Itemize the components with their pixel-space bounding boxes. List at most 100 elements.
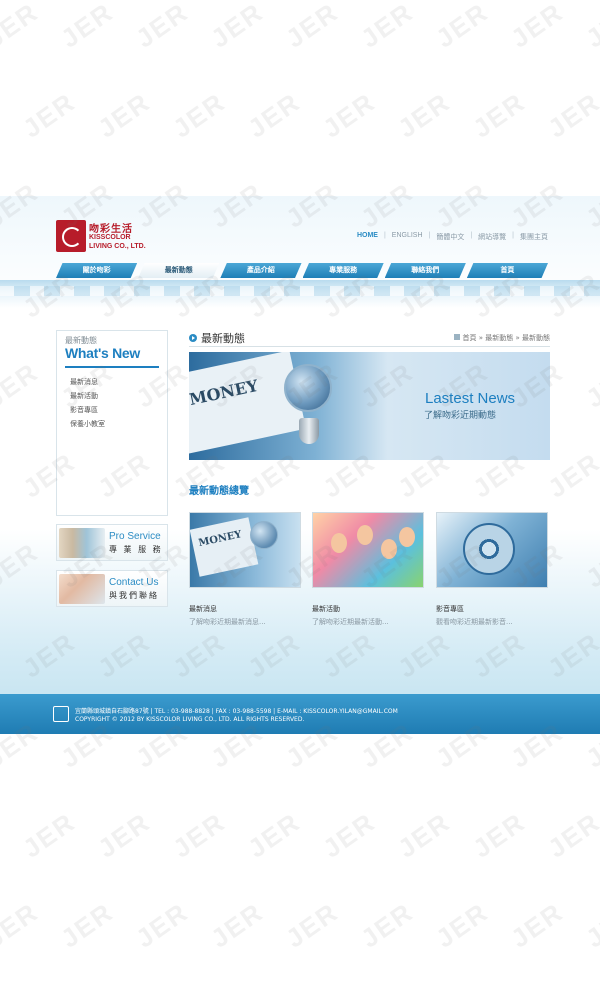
watermark-text: JER [280, 0, 344, 54]
watermark-text: JER [92, 86, 156, 144]
promo-contact-us-en: Contact Us [109, 577, 159, 588]
watermark-text: JER [542, 86, 600, 144]
sidebar-item-media[interactable]: 影音專區 [70, 403, 105, 417]
section-title: 最新動態總覽 [189, 486, 249, 497]
watermark-text: JER [55, 0, 119, 54]
card-description[interactable]: 觀看吻彩近期最新影音... [436, 617, 548, 627]
website-frame: 吻彩生活 KISSCOLOR LIVING CO., LTD. HOME | E… [0, 196, 600, 734]
film-reel-image[interactable] [436, 512, 548, 588]
watermark-text: JER [392, 86, 456, 144]
top-links: HOME | ENGLISH | 簡體中文 | 網站導覽 | 集團主頁 [357, 232, 548, 242]
watermark-text: JER [92, 806, 156, 864]
person-face [381, 539, 397, 559]
footer-contact: 宜蘭縣頭城鎮自石腳路87號 | TEL : 03-988-8828 | FAX … [75, 708, 398, 715]
page-title-text: 最新動態 [201, 332, 245, 345]
promo-contact-us[interactable]: Contact Us 與我們聯絡 [56, 570, 168, 607]
card-description[interactable]: 了解吻彩近期最新消息... [189, 617, 301, 627]
watermark-text: JER [467, 806, 531, 864]
watermark-text: JER [355, 0, 419, 54]
separator: | [470, 232, 473, 239]
watermark-text: JER [167, 86, 231, 144]
sidebar-menu: 最新消息 最新活動 影音專區 保養小教室 [70, 375, 105, 431]
person-face [331, 533, 347, 553]
watermark-text: JER [0, 0, 44, 54]
toplink-simplified-chinese[interactable]: 簡體中文 [436, 232, 464, 242]
sidebar-divider [65, 366, 159, 368]
card-latest-events[interactable]: 最新活動 了解吻彩近期最新活動... [312, 512, 424, 627]
nav-contact[interactable]: 聯絡我們 [384, 263, 466, 278]
nav-about[interactable]: 關於吻彩 [56, 263, 138, 278]
globe-icon [284, 364, 332, 412]
separator: | [383, 232, 386, 239]
watermark-text: JER [392, 806, 456, 864]
watermark-text: JER [167, 806, 231, 864]
sidebar-title: What's New [65, 345, 141, 361]
person-face [357, 525, 373, 545]
promo-pro-service-en: Pro Service [109, 531, 161, 542]
nav-news[interactable]: 最新動態 [138, 263, 220, 278]
watermark-text: JER [580, 0, 600, 54]
footer-copyright: COPYRIGHT © 2012 BY KISSCOLOR LIVING CO.… [75, 716, 305, 723]
watermark-text: JER [317, 86, 381, 144]
card-description[interactable]: 了解吻彩近期最新活動... [312, 617, 424, 627]
brand-logo[interactable]: 吻彩生活 KISSCOLOR LIVING CO., LTD. [56, 220, 146, 254]
sidebar: 最新動態 What's New 最新消息 最新活動 影音專區 保養小教室 [56, 330, 168, 516]
newspaper-image: MONEY [190, 517, 259, 577]
watermark-text: JER [130, 896, 194, 954]
card-title[interactable]: 影音專區 [436, 604, 548, 614]
arrow-bullet-icon [189, 334, 197, 342]
watermark-text: JER [317, 806, 381, 864]
card-title[interactable]: 最新消息 [189, 604, 301, 614]
watermark-text: JER [205, 896, 269, 954]
sidebar-item-care-tips[interactable]: 保養小教室 [70, 417, 105, 431]
home-icon [453, 334, 460, 340]
person-face [399, 527, 415, 547]
globe-stand [299, 418, 319, 444]
watermark-text: JER [17, 86, 81, 144]
products-thumbnail [59, 528, 105, 558]
card-media[interactable]: 影音專區 觀看吻彩近期最新影音... [436, 512, 548, 627]
promo-pro-service[interactable]: Pro Service 專 業 服 務 [56, 524, 168, 561]
news-banner: MONEY Lastest News 了解吻彩近期動態 [189, 352, 550, 460]
breadcrumb-text[interactable]: 首頁 » 最新動態 » 最新動態 [463, 334, 550, 342]
card-title[interactable]: 最新活動 [312, 604, 424, 614]
watermark-text: JER [505, 0, 569, 54]
nav-products[interactable]: 產品介紹 [220, 263, 302, 278]
watermark-text: JER [130, 0, 194, 54]
toplink-english[interactable]: ENGLISH [392, 232, 423, 242]
main-nav: 關於吻彩 最新動態 產品介紹 專業服務 聯絡我們 首頁 [56, 263, 549, 278]
toplink-home[interactable]: HOME [357, 232, 378, 242]
newspaper-globe-image[interactable]: MONEY [189, 512, 301, 588]
card-latest-news[interactable]: MONEY 最新消息 了解吻彩近期最新消息... [189, 512, 301, 627]
sidebar-item-latest-news[interactable]: 最新消息 [70, 375, 105, 389]
promo-contact-us-cn: 與我們聯絡 [109, 591, 159, 600]
watermark-text: JER [505, 896, 569, 954]
banner-title: Lastest News [425, 390, 516, 407]
footer-logo-icon [53, 706, 69, 722]
watermark-text: JER [430, 896, 494, 954]
toplink-group-home[interactable]: 集團主頁 [520, 232, 548, 242]
sidebar-item-latest-events[interactable]: 最新活動 [70, 389, 105, 403]
watermark-text: JER [0, 896, 44, 954]
watermark-text: JER [542, 806, 600, 864]
brand-name-en: KISSCOLOR LIVING CO., LTD. [89, 234, 146, 250]
watermark-text: JER [280, 896, 344, 954]
writing-hand-thumbnail [59, 574, 105, 604]
watermark-text: JER [242, 806, 306, 864]
separator: | [428, 232, 431, 239]
breadcrumb: 首頁 » 最新動態 » 最新動態 [453, 333, 550, 343]
page-title: 最新動態 [189, 330, 245, 346]
watermark-text: JER [205, 0, 269, 54]
title-divider [189, 346, 550, 347]
watermark-text: JER [430, 0, 494, 54]
party-crowd-image[interactable] [312, 512, 424, 588]
separator: | [512, 232, 514, 239]
globe-icon [250, 521, 278, 549]
nav-home[interactable]: 首頁 [466, 263, 549, 278]
toplink-sitemap[interactable]: 網站導覽 [478, 232, 506, 242]
watermark-text: JER [467, 86, 531, 144]
watermark-text: JER [242, 86, 306, 144]
nav-services[interactable]: 專業服務 [302, 263, 384, 278]
water-wave-divider [0, 280, 600, 308]
promo-pro-service-cn: 專 業 服 務 [109, 545, 163, 554]
